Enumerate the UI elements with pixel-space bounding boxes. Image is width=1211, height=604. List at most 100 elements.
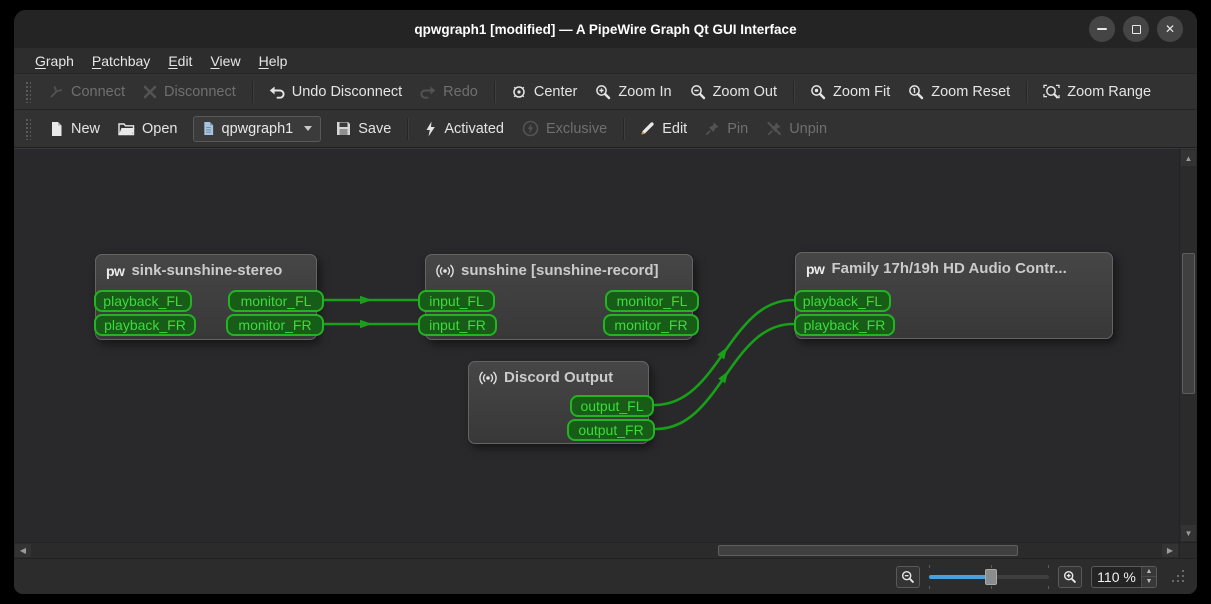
zoom-in-button[interactable]: Zoom In (586, 79, 680, 105)
scroll-down-button[interactable]: ▼ (1181, 525, 1196, 541)
redo-icon (420, 86, 436, 99)
menu-help[interactable]: Help (250, 50, 297, 72)
stream-icon (436, 264, 454, 277)
zoom-fit-button[interactable]: Zoom Fit (801, 79, 899, 105)
patchbay-select-value: qpwgraph1 (221, 120, 294, 137)
node-sunshine[interactable]: sunshine [sunshine-record] input_FL inpu… (418, 254, 699, 340)
center-icon (513, 85, 525, 98)
zoom-out-icon (690, 84, 705, 99)
minimize-button[interactable] (1089, 16, 1115, 42)
center-button[interactable]: Center (502, 79, 587, 105)
unpin-button[interactable]: Unpin (757, 116, 836, 142)
node-sink-sunshine-stereo[interactable]: pw sink-sunshine-stereo playback_FL play… (94, 254, 324, 340)
toolbar-separator (493, 80, 495, 103)
toolbar-separator (407, 117, 409, 140)
menu-edit[interactable]: Edit (159, 50, 201, 72)
status-zoom-out-button[interactable] (896, 565, 920, 588)
new-file-icon (52, 121, 62, 136)
wire-arrow (360, 319, 372, 329)
status-zoom-in-button[interactable] (1058, 565, 1082, 588)
connect-button[interactable]: Connect (40, 79, 134, 105)
port-playback-fl[interactable]: playback_FL (94, 290, 192, 312)
status-bar: 110 % ▲ ▼ (14, 558, 1197, 594)
vertical-scrollbar[interactable]: ▲ ▼ (1179, 148, 1197, 542)
resize-grip[interactable] (1172, 570, 1185, 583)
close-button[interactable]: ✕ (1157, 16, 1183, 42)
maximize-icon (1131, 24, 1141, 34)
undo-icon (269, 86, 285, 99)
port-monitor-fr[interactable]: monitor_FR (603, 314, 699, 336)
menu-graph[interactable]: Graph (26, 50, 83, 72)
node-title: Family 17h/19h HD Audio Contr... (831, 260, 1067, 277)
connect-icon (50, 85, 63, 98)
zoom-spinbox[interactable]: 110 % ▲ ▼ (1091, 565, 1157, 588)
save-button[interactable]: Save (327, 116, 400, 142)
stream-icon (479, 371, 497, 384)
new-button[interactable]: New (40, 116, 109, 142)
undo-disconnect-button[interactable]: Undo Disconnect (260, 79, 411, 105)
node-discord-output[interactable]: Discord Output output_FL output_FR (468, 361, 655, 444)
chevron-down-icon (304, 126, 313, 131)
menu-view[interactable]: View (201, 50, 249, 72)
spin-up-button[interactable]: ▲ (1142, 566, 1156, 577)
wire-arrow (718, 370, 729, 384)
port-playback-fr[interactable]: playback_FR (794, 314, 895, 336)
wire-arrow (717, 346, 728, 360)
patchbay-select[interactable]: qpwgraph1 (192, 115, 322, 142)
maximize-button[interactable] (1123, 16, 1149, 42)
port-monitor-fl[interactable]: monitor_FL (228, 290, 324, 312)
scroll-up-button[interactable]: ▲ (1181, 150, 1196, 166)
wire-arrow (360, 295, 372, 305)
scroll-right-button[interactable]: ▶ (1162, 544, 1178, 557)
zoom-range-button[interactable]: Zoom Range (1034, 79, 1160, 105)
toolbar-drag-handle[interactable] (25, 117, 31, 140)
zoom-in-icon (1063, 570, 1076, 583)
spin-down-button[interactable]: ▼ (1142, 577, 1156, 587)
port-monitor-fr[interactable]: monitor_FR (226, 314, 324, 336)
redo-button[interactable]: Redo (411, 79, 487, 105)
save-icon (337, 122, 351, 135)
zoom-slider-handle[interactable] (985, 568, 998, 585)
scroll-left-button[interactable]: ◀ (15, 544, 31, 557)
file-toolbar: New Open qpwgraph1 Save Activated Exclus… (14, 110, 1197, 148)
edit-button[interactable]: Edit (631, 116, 696, 142)
menu-bar: Graph Patchbay Edit View Help (14, 48, 1197, 74)
port-input-fr[interactable]: input_FR (418, 314, 497, 336)
node-family-hd-audio[interactable]: pw Family 17h/19h HD Audio Contr... play… (794, 252, 1113, 339)
node-title: sunshine [sunshine-record] (461, 262, 659, 279)
toolbar-separator (251, 80, 253, 103)
port-playback-fl[interactable]: playback_FL (794, 290, 891, 312)
exclusive-icon (522, 120, 539, 137)
horizontal-scroll-thumb[interactable] (718, 545, 1018, 556)
port-monitor-fl[interactable]: monitor_FL (605, 290, 699, 312)
pin-button[interactable]: Pin (696, 116, 757, 142)
exclusive-button[interactable]: Exclusive (513, 115, 616, 142)
vertical-scroll-thumb[interactable] (1182, 253, 1195, 394)
port-playback-fr[interactable]: playback_FR (94, 314, 196, 336)
zoom-out-button[interactable]: Zoom Out (681, 79, 786, 105)
node-title: Discord Output (504, 369, 614, 386)
port-output-fr[interactable]: output_FR (567, 419, 655, 441)
edit-pencil-icon (641, 122, 654, 135)
toolbar-separator (623, 117, 625, 140)
zoom-in-icon (596, 84, 611, 99)
zoom-slider[interactable] (929, 564, 1049, 589)
zoom-range-icon (1043, 84, 1060, 98)
open-button[interactable]: Open (109, 116, 186, 142)
disconnect-button[interactable]: Disconnect (134, 79, 245, 105)
graph-canvas[interactable]: pw sink-sunshine-stereo playback_FL play… (14, 148, 1179, 542)
close-icon: ✕ (1164, 22, 1176, 36)
zoom-reset-button[interactable]: Zoom Reset (899, 79, 1019, 105)
toolbar-drag-handle[interactable] (25, 80, 31, 103)
port-input-fl[interactable]: input_FL (418, 290, 495, 312)
app-window: qpwgraph1 [modified] — A PipeWire Graph … (14, 10, 1197, 594)
activated-bolt-icon (426, 121, 436, 136)
horizontal-scrollbar[interactable]: ◀ ▶ (14, 542, 1179, 558)
activated-button[interactable]: Activated (415, 116, 513, 142)
minimize-icon (1097, 28, 1107, 30)
window-title: qpwgraph1 [modified] — A PipeWire Graph … (414, 21, 797, 37)
menu-patchbay[interactable]: Patchbay (83, 50, 159, 72)
port-output-fl[interactable]: output_FL (570, 395, 654, 417)
open-folder-icon (118, 123, 135, 136)
title-bar[interactable]: qpwgraph1 [modified] — A PipeWire Graph … (14, 10, 1197, 48)
